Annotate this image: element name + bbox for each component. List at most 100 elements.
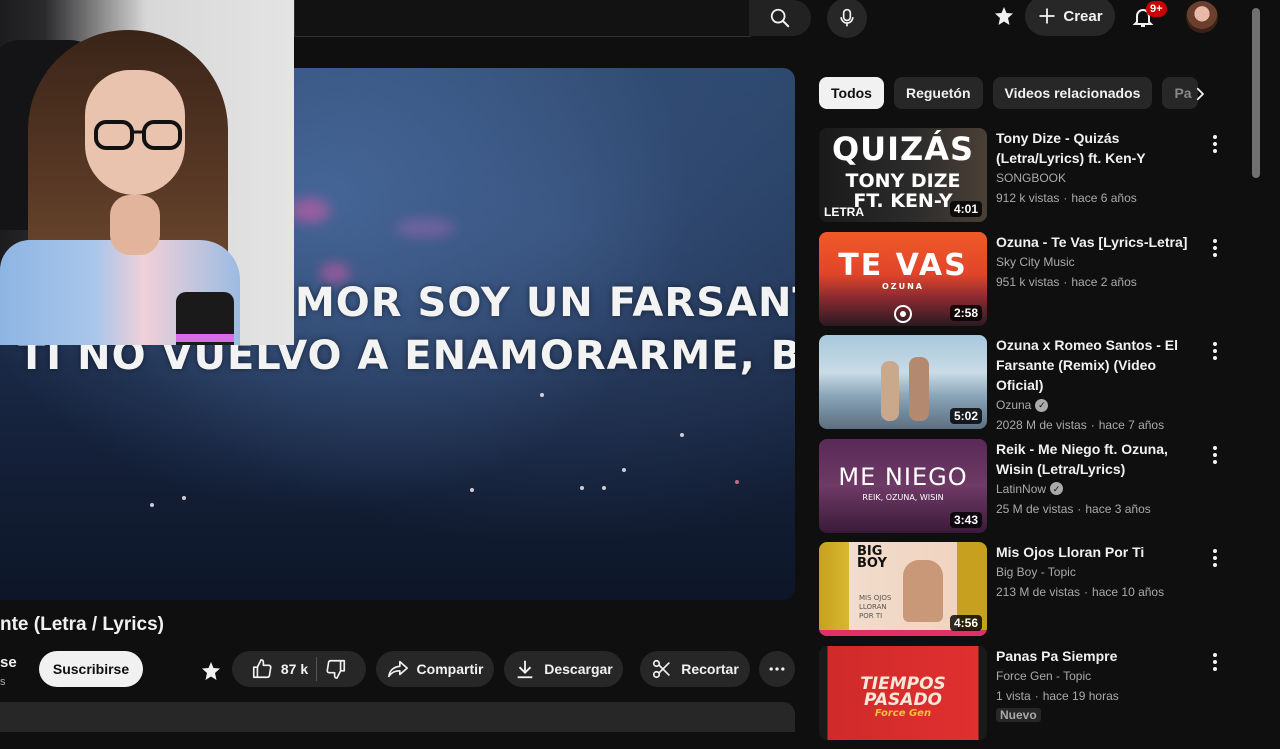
lyric-line-1: MOR SOY UN FARSANTE [295, 280, 795, 326]
channel-name[interactable]: Ozuna ✓ [996, 395, 1201, 415]
more-options-button[interactable] [1207, 546, 1223, 570]
thumbs-up-icon [251, 658, 273, 680]
channel-name[interactable]: LatinNow ✓ [996, 479, 1201, 499]
video-title[interactable]: Reik - Me Niego ft. Ozuna, Wisin (Letra/… [996, 439, 1201, 479]
video-stats: 951 k vistas·hace 2 años [996, 272, 1201, 292]
upload-age: hace 6 años [1071, 188, 1136, 208]
thumbnail-text: REIK, OZUNA, WISIN [819, 493, 987, 502]
account-avatar[interactable] [1186, 1, 1218, 33]
video-title[interactable]: Ozuna - Te Vas [Lyrics-Letra] [996, 232, 1201, 252]
description-box[interactable] [0, 702, 795, 732]
like-count: 87 k [281, 661, 308, 677]
video-thumbnail[interactable]: BIG BOY MIS OJOS LLORAN POR TI 4:56 [819, 542, 987, 636]
upload-age: hace 3 años [1085, 499, 1150, 519]
video-thumbnail[interactable]: TE VAS OZUNA 2:58 [819, 232, 987, 326]
list-item[interactable]: TIEMPOS PASADO Force Gen Panas Pa Siempr… [819, 646, 1229, 749]
share-button[interactable]: Compartir [376, 651, 494, 687]
premium-action-button[interactable] [198, 659, 224, 685]
channel-name[interactable]: Big Boy - Topic [996, 562, 1201, 582]
video-thumbnail[interactable]: 5:02 [819, 335, 987, 429]
subscribe-button[interactable]: Suscribirse [39, 651, 143, 687]
video-thumbnail[interactable]: QUIZÁS TONY DIZE FT. KEN-Y LETRA 4:01 [819, 128, 987, 222]
list-item[interactable]: TE VAS OZUNA 2:58 Ozuna - Te Vas [Lyrics… [819, 232, 1229, 336]
channel-name[interactable]: SONGBOOK [996, 168, 1201, 188]
view-count: 2028 M de vistas [996, 415, 1087, 435]
clip-label: Recortar [681, 661, 739, 677]
like-button[interactable]: 87 k [251, 658, 308, 680]
thumbnail-text: OZUNA [819, 282, 987, 291]
video-title[interactable]: Ozuna x Romeo Santos - El Farsante (Remi… [996, 335, 1201, 395]
upload-age: hace 10 años [1092, 582, 1164, 602]
thumbnail-text: BOY [857, 556, 887, 571]
more-options-button[interactable] [1207, 443, 1223, 467]
glasses-shape [94, 120, 184, 150]
channel-label: SONGBOOK [996, 168, 1066, 188]
video-title[interactable]: Mis Ojos Lloran Por Ti [996, 542, 1201, 562]
video-stats: 25 M de vistas·hace 3 años [996, 499, 1201, 519]
recommendations-list: QUIZÁS TONY DIZE FT. KEN-Y LETRA 4:01 To… [819, 128, 1229, 749]
video-duration: 4:01 [950, 201, 982, 217]
dislike-button[interactable] [325, 658, 347, 680]
channel-label: LatinNow [996, 479, 1046, 499]
video-thumbnail[interactable]: ME NIEGO REIK, OZUNA, WISIN 3:43 [819, 439, 987, 533]
thumbnail-text: Force Gen [819, 708, 987, 719]
share-icon [387, 658, 409, 680]
more-actions-button[interactable] [759, 651, 795, 687]
channel-name[interactable]: Force Gen - Topic [996, 666, 1201, 686]
search-icon [769, 7, 791, 29]
list-item[interactable]: 5:02 Ozuna x Romeo Santos - El Farsante … [819, 335, 1229, 439]
premium-button[interactable] [990, 4, 1018, 30]
download-button[interactable]: Descargar [504, 651, 623, 687]
thumbnail-text: MIS OJOS LLORAN POR TI [859, 594, 893, 621]
video-stats: 912 k vistas·hace 6 años [996, 188, 1201, 208]
verified-icon: ✓ [1035, 399, 1048, 412]
verified-icon: ✓ [1050, 482, 1063, 495]
thumbnail-text: TONY DIZE [819, 170, 987, 192]
download-label: Descargar [544, 661, 613, 677]
list-item[interactable]: BIG BOY MIS OJOS LLORAN POR TI 4:56 Mis … [819, 542, 1229, 646]
search-input[interactable] [294, 0, 751, 37]
voice-search-button[interactable] [827, 0, 867, 38]
search-button[interactable] [749, 0, 811, 36]
list-item[interactable]: QUIZÁS TONY DIZE FT. KEN-Y LETRA 4:01 To… [819, 128, 1229, 232]
chevron-right-icon [1191, 85, 1209, 103]
channel-label: Big Boy - Topic [996, 562, 1076, 582]
chips-next-button[interactable] [1186, 80, 1214, 108]
clip-button[interactable]: Recortar [640, 651, 750, 687]
thumbnail-text: TE VAS [819, 248, 987, 283]
video-title[interactable]: Panas Pa Siempre [996, 646, 1201, 666]
upload-age: hace 2 años [1071, 272, 1136, 292]
channel-name[interactable]: Sky City Music [996, 252, 1201, 272]
share-label: Compartir [417, 661, 484, 677]
view-count: 951 k vistas [996, 272, 1059, 292]
video-duration: 4:56 [950, 615, 982, 631]
video-duration: 2:58 [950, 305, 982, 321]
video-thumbnail[interactable]: TIEMPOS PASADO Force Gen [819, 646, 987, 740]
more-options-button[interactable] [1207, 236, 1223, 260]
video-title: nte (Letra / Lyrics) [0, 614, 164, 636]
sparkle-icon [992, 5, 1016, 29]
download-icon [514, 658, 536, 680]
create-button[interactable]: Crear [1025, 0, 1115, 36]
view-count: 25 M de vistas [996, 499, 1073, 519]
thumbnail-text: PASADO [819, 690, 987, 710]
channel-name[interactable]: se [0, 654, 17, 671]
view-count: 1 vista [996, 686, 1031, 706]
thumbnail-text: QUIZÁS [819, 130, 987, 168]
like-dislike-group: 87 k [232, 651, 366, 687]
video-stats: 1 vista·hace 19 horas [996, 686, 1201, 706]
microphone-icon [837, 8, 857, 28]
more-options-button[interactable] [1207, 132, 1223, 156]
chip-videos-relacionados[interactable]: Videos relacionados [993, 77, 1153, 109]
chip-regueton[interactable]: Reguetón [894, 77, 983, 109]
view-count: 213 M de vistas [996, 582, 1080, 602]
upload-age: hace 19 horas [1043, 686, 1119, 706]
channel-label: Ozuna [996, 395, 1031, 415]
video-title[interactable]: Tony Dize - Quizás (Letra/Lyrics) ft. Ke… [996, 128, 1201, 168]
more-options-button[interactable] [1207, 339, 1223, 363]
chip-todos[interactable]: Todos [819, 77, 884, 109]
page-scrollbar[interactable] [1252, 8, 1260, 178]
video-duration: 5:02 [950, 408, 982, 424]
more-options-button[interactable] [1207, 650, 1223, 674]
list-item[interactable]: ME NIEGO REIK, OZUNA, WISIN 3:43 Reik - … [819, 439, 1229, 543]
